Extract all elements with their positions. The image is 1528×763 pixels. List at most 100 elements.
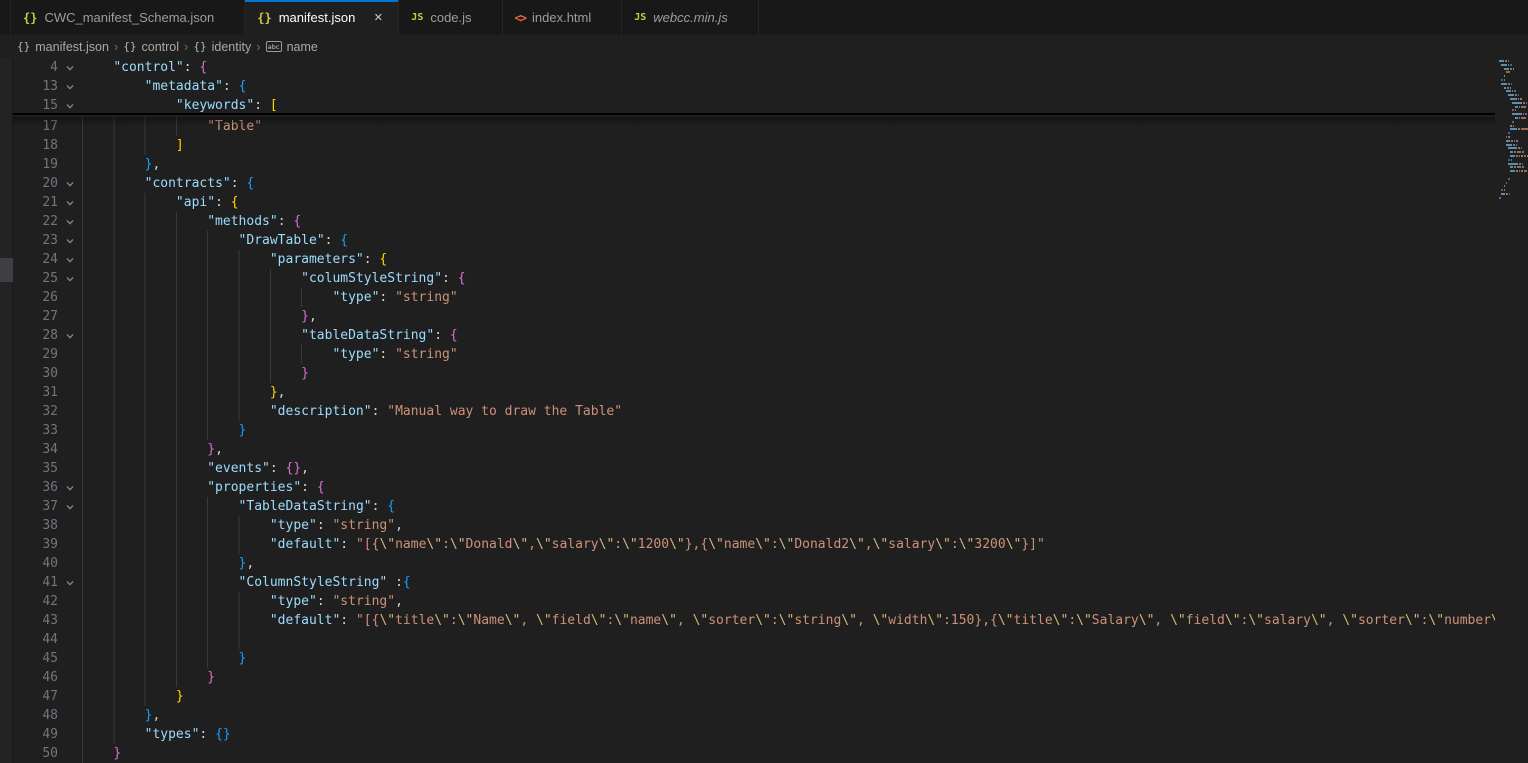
code-line[interactable]: 36 "properties": { <box>13 478 1495 497</box>
minimap-token <box>1512 109 1514 111</box>
code-line[interactable]: 26 "type": "string" <box>13 288 1495 307</box>
code-editor[interactable]: 17 "Table"18 ]19 },20 "contracts": {21 "… <box>13 58 1495 763</box>
code-line[interactable]: 41 "ColumnStyleString" :{ <box>13 573 1495 592</box>
code-line[interactable]: 27 }, <box>13 307 1495 326</box>
code-text: "types": {} <box>82 725 1495 744</box>
code-line[interactable]: 28 "tableDataString": { <box>13 326 1495 345</box>
token: {} <box>215 727 231 742</box>
fold-gutter <box>58 345 82 364</box>
token: \" <box>873 537 889 552</box>
code-line[interactable]: 50 } <box>13 744 1495 763</box>
code-text: } <box>82 364 1495 383</box>
code-text: }, <box>82 383 1495 402</box>
code-line[interactable]: 17 "Table" <box>13 117 1495 136</box>
code-text: "type": "string" <box>82 288 1495 307</box>
minimap[interactable] <box>1495 58 1528 763</box>
tab-manifest.json[interactable]: {}manifest.json✕ <box>245 0 399 35</box>
code-line[interactable]: 44 <box>13 630 1495 649</box>
code-line[interactable]: 34 }, <box>13 440 1495 459</box>
code-line[interactable]: 22 "methods": { <box>13 212 1495 231</box>
fold-chevron-icon[interactable] <box>58 573 82 592</box>
code-line[interactable]: 21 "api": { <box>13 193 1495 212</box>
code-text: } <box>82 649 1495 668</box>
token: \" <box>669 537 685 552</box>
fold-chevron-icon[interactable] <box>58 193 82 212</box>
token: : <box>614 537 622 552</box>
token: } <box>207 442 215 457</box>
breadcrumb-item-name[interactable]: abcname <box>264 40 320 54</box>
fold-chevron-icon[interactable] <box>58 212 82 231</box>
code-line[interactable]: 20 "contracts": { <box>13 174 1495 193</box>
fold-chevron-icon[interactable] <box>58 497 82 516</box>
code-line[interactable]: 43 "default": "[{\"title\":\"Name\", \"f… <box>13 611 1495 630</box>
token: , <box>1327 613 1343 628</box>
token: { <box>246 176 254 191</box>
fold-chevron-icon[interactable] <box>58 269 82 288</box>
token: "methods" <box>207 214 277 229</box>
breadcrumb-separator: › <box>184 39 188 54</box>
code-line[interactable]: 38 "type": "string", <box>13 516 1495 535</box>
tab-webcc.min.js[interactable]: JSwebcc.min.js <box>622 0 758 35</box>
code-line[interactable]: 15 "keywords": [ <box>13 96 1495 115</box>
minimap-line <box>1501 79 1505 81</box>
code-text: "type": "string", <box>82 516 1495 535</box>
fold-chevron-icon[interactable] <box>58 77 82 96</box>
minimap-token <box>1519 155 1521 157</box>
code-line[interactable]: 37 "TableDataString": { <box>13 497 1495 516</box>
code-line[interactable]: 24 "parameters": { <box>13 250 1495 269</box>
code-line[interactable]: 25 "columStyleString": { <box>13 269 1495 288</box>
fold-chevron-icon[interactable] <box>58 478 82 497</box>
code-line[interactable]: 33 } <box>13 421 1495 440</box>
minimap-token <box>1523 113 1525 115</box>
fold-chevron-icon[interactable] <box>58 326 82 345</box>
code-line[interactable]: 40 }, <box>13 554 1495 573</box>
code-line[interactable]: 48 }, <box>13 706 1495 725</box>
fold-gutter <box>58 554 82 573</box>
code-line[interactable]: 18 ] <box>13 136 1495 155</box>
fold-chevron-icon[interactable] <box>58 96 82 115</box>
token: name <box>724 537 755 552</box>
code-line[interactable]: 42 "type": "string", <box>13 592 1495 611</box>
tab-code.js[interactable]: JScode.js <box>399 0 502 35</box>
minimap-token <box>1507 87 1509 89</box>
code-line[interactable]: 31 }, <box>13 383 1495 402</box>
token: Name <box>473 613 504 628</box>
code-line[interactable]: 49 "types": {} <box>13 725 1495 744</box>
code-line[interactable]: 47 } <box>13 687 1495 706</box>
token: number <box>1444 613 1491 628</box>
code-text: "default": "[{\"title\":\"Name\", \"fiel… <box>82 611 1495 630</box>
breadcrumb-item-identity[interactable]: {}identity <box>191 40 253 54</box>
code-text: "DrawTable": { <box>82 231 1495 250</box>
code-line[interactable]: 39 "default": "[{\"name\":\"Donald\",\"s… <box>13 535 1495 554</box>
code-line[interactable]: 32 "description": "Manual way to draw th… <box>13 402 1495 421</box>
fold-chevron-icon[interactable] <box>58 58 82 77</box>
code-line[interactable]: 23 "DrawTable": { <box>13 231 1495 250</box>
string-symbol-icon: abc <box>266 41 282 52</box>
sticky-scroll[interactable]: 4 "control": {13 "metadata": {15 "keywor… <box>13 58 1495 115</box>
token: , <box>857 613 873 628</box>
code-line[interactable]: 35 "events": {}, <box>13 459 1495 478</box>
code-text: "ColumnStyleString" :{ <box>82 573 1495 592</box>
fold-chevron-icon[interactable] <box>58 250 82 269</box>
fold-chevron-icon[interactable] <box>58 231 82 250</box>
tab-CWC_manifest_Schema.json[interactable]: {}CWC_manifest_Schema.json <box>10 0 245 35</box>
code-line[interactable]: 30 } <box>13 364 1495 383</box>
tab-close-icon[interactable]: ✕ <box>370 10 386 26</box>
code-line[interactable]: 4 "control": { <box>13 58 1495 77</box>
code-line[interactable]: 46 } <box>13 668 1495 687</box>
minimap-token <box>1515 106 1518 108</box>
fold-gutter <box>58 630 82 649</box>
line-number: 32 <box>13 402 58 421</box>
fold-chevron-icon[interactable] <box>58 174 82 193</box>
code-line[interactable]: 45 } <box>13 649 1495 668</box>
token: { <box>340 233 348 248</box>
breadcrumb-item-control[interactable]: {}control <box>121 40 181 54</box>
code-line[interactable]: 19 }, <box>13 155 1495 174</box>
minimap-token <box>1508 83 1510 85</box>
breadcrumb-item-manifest.json[interactable]: {}manifest.json <box>15 40 111 54</box>
tab-index.html[interactable]: <>index.html <box>503 0 623 35</box>
minimap-line <box>1499 60 1509 62</box>
token: \" <box>1311 613 1327 628</box>
code-line[interactable]: 29 "type": "string" <box>13 345 1495 364</box>
code-line[interactable]: 13 "metadata": { <box>13 77 1495 96</box>
